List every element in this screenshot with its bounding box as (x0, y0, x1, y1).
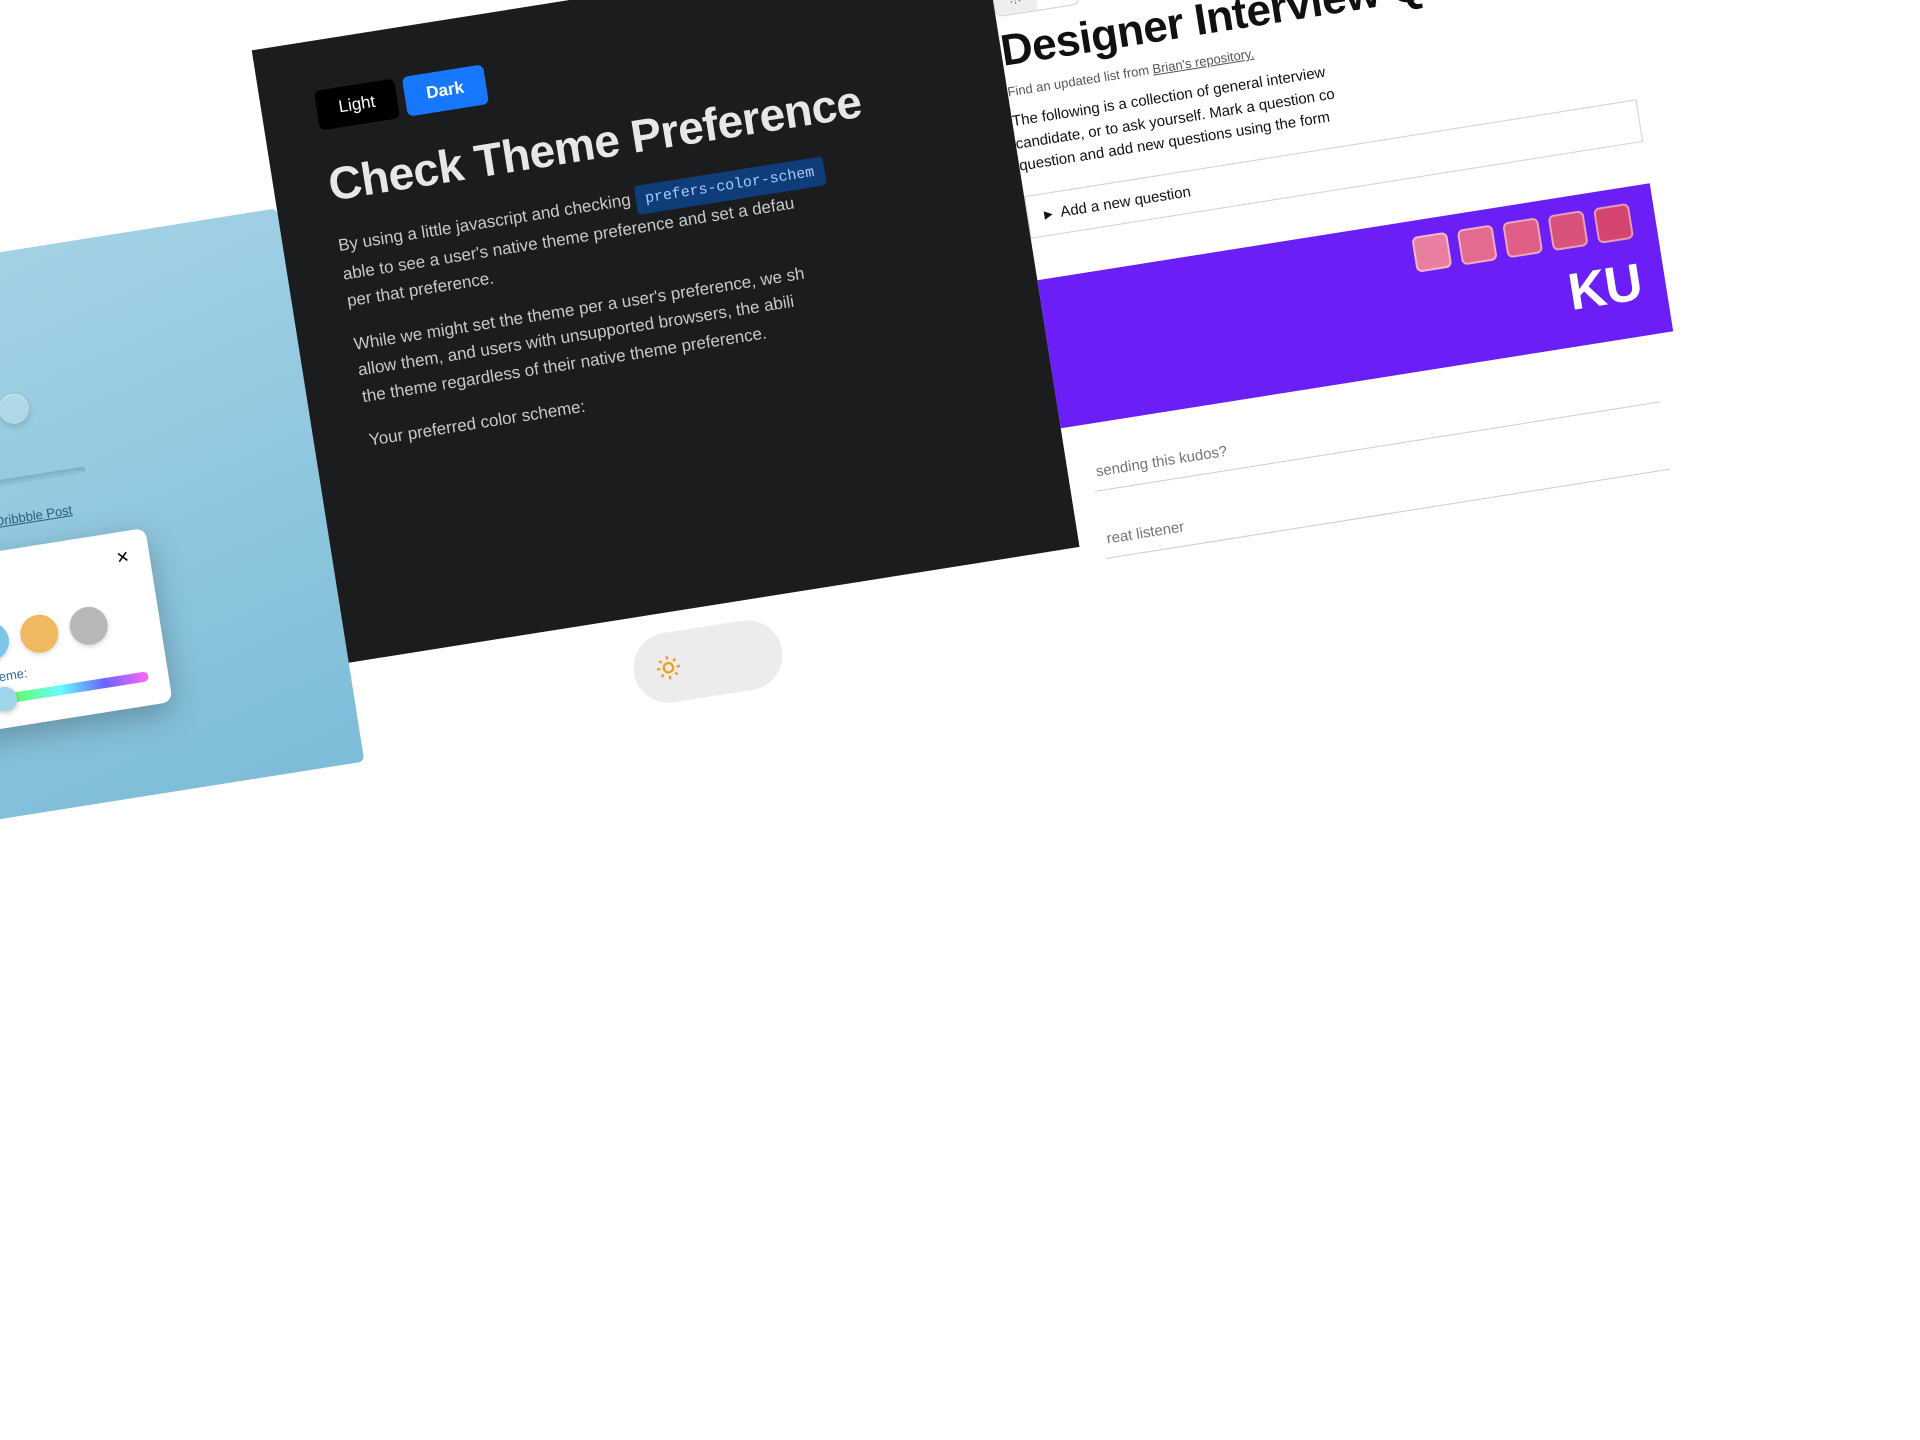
snippet-text: primary of bottom button to toggle (60, 0, 487, 3)
bottom-theme-toggle[interactable] (628, 615, 787, 708)
sun-icon[interactable] (992, 0, 1038, 16)
kudos-title: KU (1564, 252, 1646, 323)
twitter-icon[interactable] (68, 0, 94, 3)
settings-popup: Settings ✕ Choose a theme: or create a c… (0, 528, 173, 750)
theme-swatch[interactable] (0, 620, 12, 663)
neumorphic-radio-3[interactable] (0, 392, 31, 426)
tab-dark[interactable]: Dark (402, 64, 489, 116)
theme-preference-card: Light Dark Check Theme Preference By usi… (252, 0, 1080, 663)
kudos-card: KU (1037, 183, 1700, 602)
kudos-swatch[interactable] (1502, 217, 1543, 258)
theme-swatch[interactable] (18, 612, 61, 655)
kudos-swatch[interactable] (1457, 224, 1498, 265)
moon-icon[interactable] (1033, 0, 1079, 10)
kudos-swatch[interactable] (1548, 210, 1589, 251)
close-icon[interactable]: ✕ (115, 547, 131, 569)
kudos-swatch[interactable] (1411, 232, 1452, 273)
disclosure-triangle-icon: ▶ (1043, 207, 1053, 221)
theme-swatch[interactable] (67, 604, 110, 647)
light-dark-toggle[interactable] (990, 0, 1080, 18)
tab-light[interactable]: Light (314, 78, 400, 130)
kudos-swatch[interactable] (1593, 203, 1634, 244)
sun-icon (636, 636, 700, 700)
